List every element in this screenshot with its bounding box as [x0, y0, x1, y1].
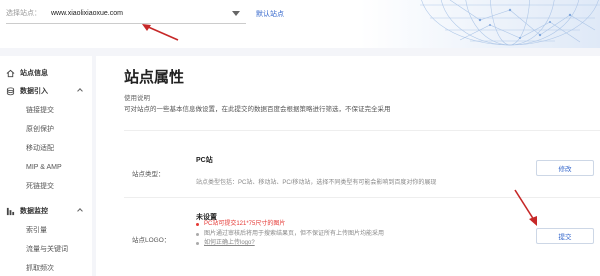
- globe-background-icon: [360, 0, 600, 48]
- sidebar-item-original-protect[interactable]: 原创保护: [0, 120, 92, 138]
- sidebar-item-link-submit[interactable]: 链接提交: [0, 101, 92, 119]
- sidebar-item-data-monitor[interactable]: 数据监控: [0, 202, 92, 220]
- modify-button[interactable]: 修改: [536, 160, 594, 176]
- logo-size-note: PC站可提交121*75尺寸的图片: [204, 221, 286, 227]
- sidebar-item-crawl-frequency[interactable]: 抓取频次: [0, 259, 92, 276]
- sidebar-item-label: 数据监控: [20, 208, 48, 215]
- database-icon: [6, 86, 15, 95]
- site-type-value: PC站: [196, 157, 213, 164]
- page-title: 站点属性: [124, 69, 185, 86]
- site-picker[interactable]: 选择站点： www.xiaolixiaoxue.com: [6, 4, 246, 22]
- top-header: 选择站点： www.xiaolixiaoxue.com 默认站点: [0, 0, 600, 48]
- chevron-up-icon: [77, 208, 83, 214]
- list-item: PC站可提交121*75尺寸的图片: [196, 220, 384, 230]
- bullet-dot: [196, 232, 199, 236]
- usage-title: 使用说明: [124, 95, 150, 102]
- home-icon: [6, 69, 15, 77]
- list-item[interactable]: 如何正确上传logo?: [196, 239, 384, 249]
- bullet-dot: [196, 223, 199, 227]
- sidebar-item-traffic-keywords[interactable]: 流量与关键词: [0, 240, 92, 258]
- sidebar-item-label: 死链提交: [26, 183, 54, 190]
- sidebar-item-label: 移动适配: [26, 145, 54, 152]
- logo-review-note: 图片通过审核后将用于搜索结果页，但不保证所有上传图片均能采用: [204, 230, 385, 237]
- site-type-desc: 站点类型包括：PC站、移动站、PC/移动站，选择不同类型有可能会影响到百度对你的…: [196, 180, 437, 186]
- site-picker-underline: [6, 23, 246, 24]
- list-item: 图片通过审核后将用于搜索结果页，但不保证所有上传图片均能采用: [196, 230, 384, 240]
- sidebar-item-data-import[interactable]: 数据引入: [0, 82, 92, 100]
- sidebar-item-label: 站点信息: [20, 70, 48, 77]
- submit-button[interactable]: 提交: [536, 228, 594, 244]
- logo-howto-link[interactable]: 如何正确上传logo?: [204, 239, 255, 249]
- sidebar-item-label: 抓取频次: [26, 265, 54, 272]
- sidebar-item-label: MIP & AMP: [26, 163, 62, 171]
- bullet-dot: [196, 242, 199, 246]
- sidebar-item-label: 链接提交: [26, 107, 54, 114]
- annotation-arrow-icon: [514, 189, 537, 226]
- logo-requirements-list: PC站可提交121*75尺寸的图片 图片通过审核后将用于搜索结果页，但不保证所有…: [196, 220, 384, 249]
- sidebar-item-mobile-adapt[interactable]: 移动适配: [0, 139, 92, 157]
- sidebar-item-dead-link[interactable]: 死链提交: [0, 177, 92, 195]
- divider: [124, 130, 600, 131]
- monitor-icon: [6, 207, 15, 215]
- chevron-down-icon[interactable]: [232, 10, 240, 16]
- site-type-label: 站点类型：: [132, 171, 165, 178]
- default-site-link[interactable]: 默认站点: [256, 9, 284, 19]
- site-picker-value: www.xiaolixiaoxue.com: [51, 9, 123, 17]
- sidebar-item-label: 原创保护: [26, 126, 54, 133]
- site-logo-label: 站点LOGO：: [132, 237, 171, 244]
- sidebar-item-site-info[interactable]: 站点信息: [0, 64, 92, 82]
- sidebar-item-index[interactable]: 索引量: [0, 221, 92, 239]
- sidebar-item-label: 流量与关键词: [26, 246, 68, 253]
- sidebar-item-mip-amp[interactable]: MIP & AMP: [0, 158, 92, 176]
- chevron-up-icon: [77, 88, 83, 94]
- sidebar: 站点信息 数据引入 链接提交 原创保护 移动适配 MIP & AMP 死链提交 …: [0, 56, 92, 276]
- site-picker-label: 选择站点：: [6, 10, 41, 17]
- sidebar-item-label: 索引量: [26, 227, 47, 234]
- usage-text: 可对站点的一些基本信息做设置，在此提交的数据百度会根据策略进行筛选，不保证完全采…: [124, 106, 391, 113]
- annotation-arrow-icon: [142, 24, 179, 41]
- sidebar-item-label: 数据引入: [20, 88, 48, 95]
